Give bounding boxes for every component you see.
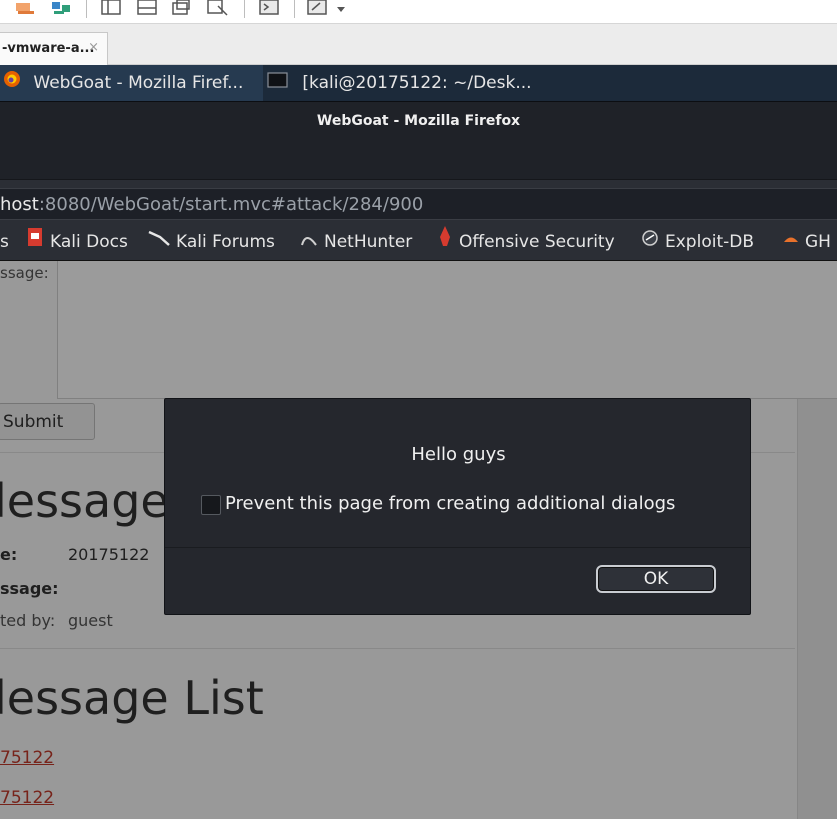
url-bar[interactable]: host:8080/WebGoat/start.mvc#attack/284/9… [0, 188, 837, 220]
firefox-window-titlebar: WebGoat - Mozilla Firefox [0, 101, 837, 179]
terminal-icon [267, 65, 289, 101]
prevent-dialogs-label[interactable]: Prevent this page from creating addition… [225, 493, 675, 514]
prevent-dialogs-checkbox[interactable] [201, 495, 221, 515]
fullscreen-icon[interactable] [170, 0, 192, 16]
kali-taskbar: WebGoat - Mozilla Firef... [kali@2017512… [0, 65, 837, 101]
firefox-icon [2, 65, 22, 101]
ok-button[interactable]: OK [596, 565, 716, 593]
bookmarks-toolbar: s Kali Docs Kali Forums NetHunter Offens… [0, 223, 837, 261]
close-icon[interactable]: × [88, 40, 99, 55]
bookmark-label: Kali Docs [50, 232, 128, 252]
alert-dialog: Hello guys Prevent this page from creati… [164, 398, 751, 615]
kali-forums-icon [148, 223, 170, 260]
bookmark-label: Offensive Security [459, 232, 615, 252]
terminal-icon[interactable] [258, 0, 280, 16]
normal-view-icon[interactable] [100, 0, 122, 16]
bookmark-exploit-db[interactable]: Exploit-DB [641, 223, 754, 260]
toolbar-separator [86, 0, 87, 18]
vm-tab[interactable]: -vmware-a... × [0, 32, 108, 65]
gh-icon [783, 223, 799, 260]
unity-icon[interactable] [206, 0, 228, 16]
console-view-icon[interactable] [136, 0, 158, 16]
send-ctrl-alt-del-icon[interactable] [14, 0, 36, 16]
taskbar-item-label: WebGoat - Mozilla Firef... [33, 73, 244, 93]
bookmark-item[interactable]: s [0, 223, 9, 260]
window-title: WebGoat - Mozilla Firefox [316, 113, 521, 129]
bookmark-label: NetHunter [324, 232, 413, 252]
taskbar-item-firefox[interactable]: WebGoat - Mozilla Firef... [0, 65, 263, 101]
taskbar-item-label: [kali@20175122: ~/Desk... [302, 73, 532, 93]
taskbar-item-terminal[interactable]: [kali@20175122: ~/Desk... [267, 65, 557, 101]
bookmark-label: s [0, 232, 9, 252]
vmware-tab-bar: -vmware-a... × [0, 24, 837, 65]
vmware-toolbar [0, 0, 837, 24]
bookmark-kali-forums[interactable]: Kali Forums [148, 223, 275, 260]
toolbar-separator [244, 0, 245, 18]
bookmark-nethunter[interactable]: NetHunter [300, 223, 413, 260]
bookmark-label: GH [805, 232, 831, 252]
vm-tab-label: -vmware-a... [2, 41, 95, 56]
bookmark-label: Exploit-DB [665, 232, 754, 252]
exploit-db-icon [641, 223, 659, 260]
bookmark-kali-docs[interactable]: Kali Docs [26, 223, 128, 260]
bookmark-offensive-security[interactable]: Offensive Security [437, 223, 615, 260]
network-icon[interactable] [50, 0, 72, 16]
url-path: :8080/WebGoat/start.mvc#attack/284/900 [38, 194, 424, 215]
offensive-security-icon [437, 223, 453, 260]
nethunter-icon [300, 223, 318, 260]
chevron-down-icon[interactable] [334, 0, 348, 16]
url-host: host [0, 194, 39, 215]
dialog-message: Hello guys [411, 444, 506, 465]
firefox-navbar: host:8080/WebGoat/start.mvc#attack/284/9… [0, 179, 837, 223]
stretch-view-icon[interactable] [306, 0, 328, 16]
kali-docs-icon [26, 223, 44, 260]
bookmark-gh[interactable]: GH [783, 223, 831, 260]
bookmark-label: Kali Forums [176, 232, 275, 252]
dialog-divider [165, 547, 750, 548]
toolbar-separator [294, 0, 295, 18]
